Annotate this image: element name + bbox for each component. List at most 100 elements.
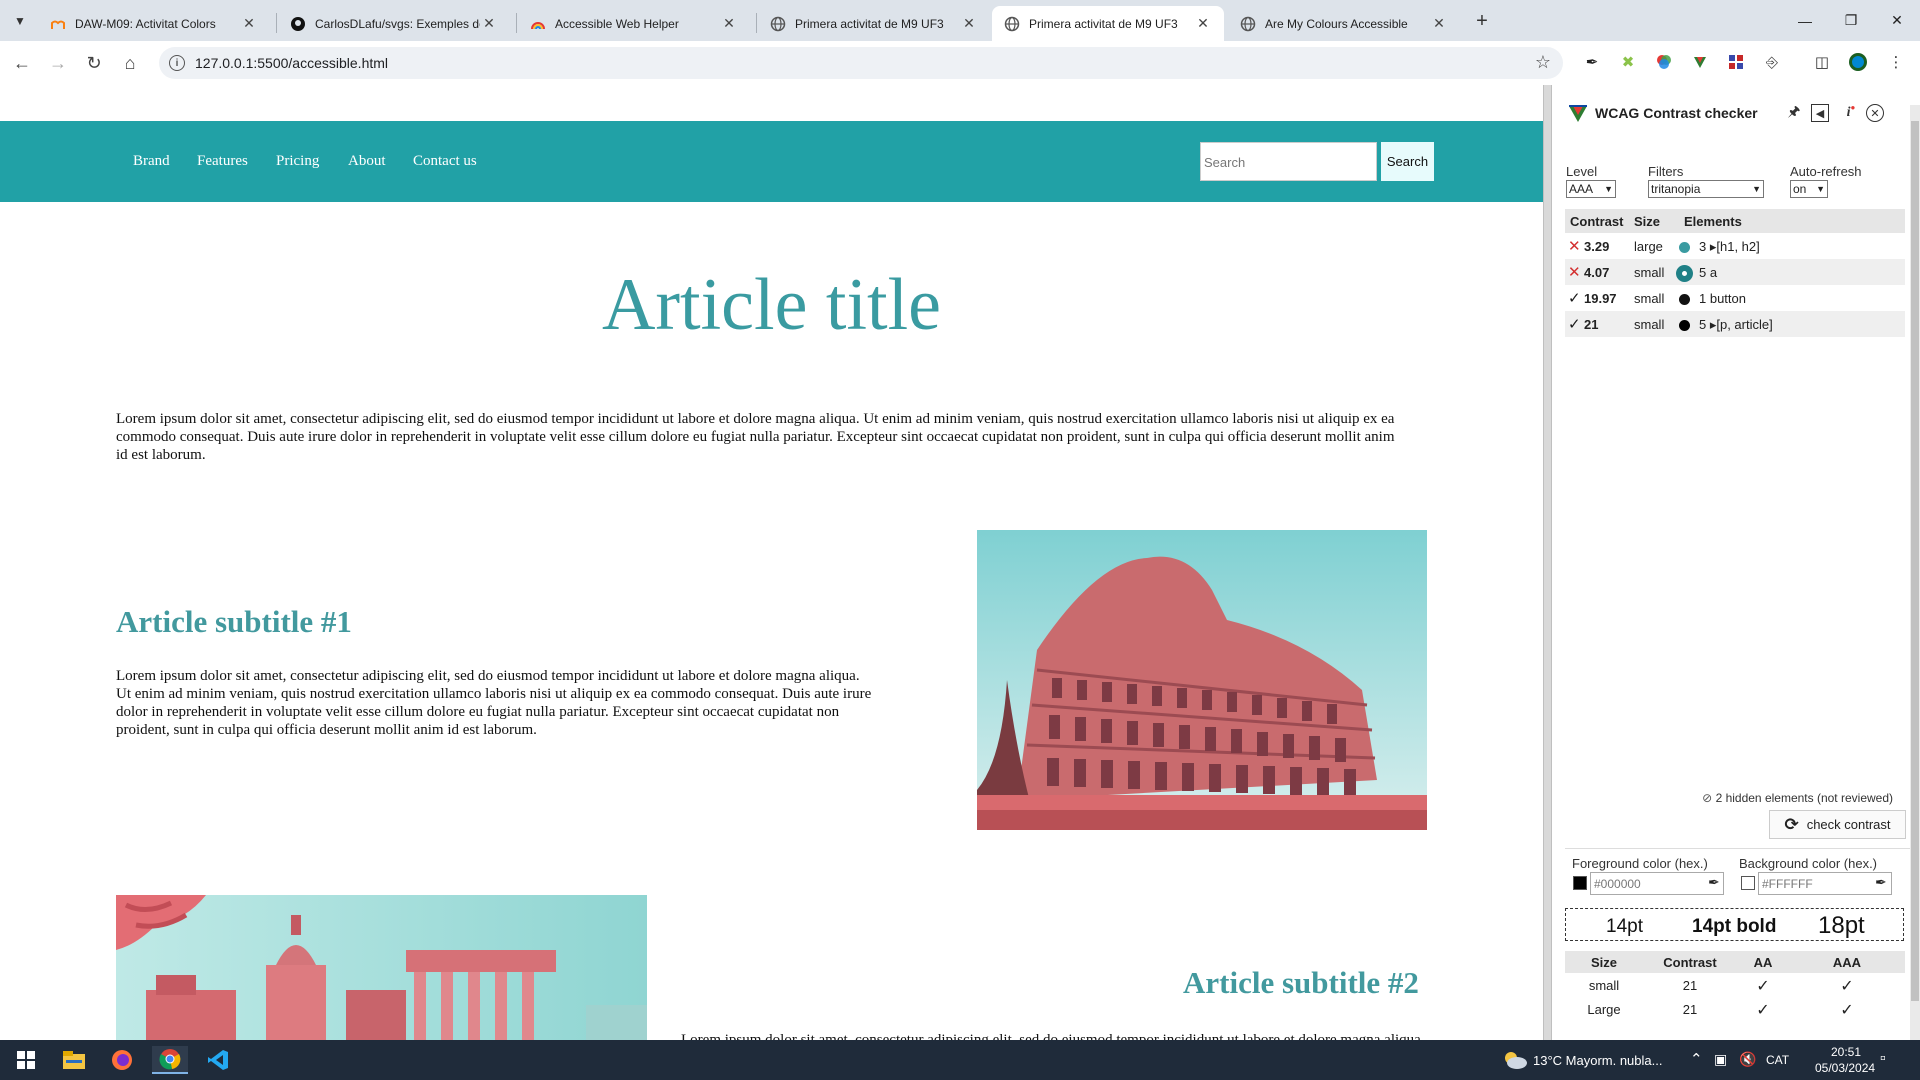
tab-primera-activitat-active[interactable]: Primera activitat de M9 UF3 ✕	[992, 6, 1224, 41]
site-search-button[interactable]: Search	[1381, 142, 1434, 181]
eye-slash-icon: ⊘	[1702, 791, 1716, 805]
file-explorer-icon[interactable]	[56, 1046, 92, 1074]
article-subtitle-1: Article subtitle #1	[116, 604, 352, 639]
site-search-input[interactable]: Search	[1200, 142, 1377, 181]
tray-chevron-up-icon[interactable]: ⌃	[1690, 1050, 1703, 1068]
clock-date[interactable]: 05/03/2024	[1815, 1061, 1875, 1075]
pin-icon[interactable]: 🖈	[1784, 103, 1804, 123]
foreground-color-input[interactable]: #000000	[1590, 872, 1724, 895]
chrome-icon[interactable]	[152, 1046, 188, 1074]
notifications-icon[interactable]: ▫	[1880, 1050, 1886, 1068]
tab-search-chevron-icon[interactable]: ▼	[8, 9, 32, 33]
home-icon[interactable]: ⌂	[118, 51, 142, 75]
result-elements[interactable]: 3 ▸[h1, h2]	[1699, 239, 1760, 255]
side-panel-icon[interactable]: ◫	[1811, 51, 1833, 73]
col-size: Size	[1634, 214, 1661, 229]
url-text[interactable]: 127.0.0.1:5500/accessible.html	[195, 55, 388, 71]
autorefresh-select[interactable]: on ▼	[1790, 180, 1828, 198]
result-row[interactable]: ✕ 4.07 small 5 a	[1565, 259, 1905, 285]
web-page: Brand Features Pricing About Contact us …	[0, 85, 1543, 1040]
weather-cloud-icon[interactable]	[1500, 1046, 1530, 1074]
aa-check-icon: ✓	[1756, 978, 1770, 995]
result-ratio: 3.29	[1584, 239, 1610, 254]
vscode-icon[interactable]	[200, 1046, 236, 1074]
result-row[interactable]: ✓ 19.97 small 1 button	[1565, 285, 1905, 311]
pass-check-icon: ✓	[1568, 316, 1581, 333]
subtitle-1-paragraph: Lorem ipsum dolor sit amet, consectetur …	[116, 668, 872, 738]
size-table-row: Large 21 ✓ ✓	[1565, 998, 1905, 1022]
reload-icon[interactable]: ↻	[82, 51, 106, 75]
extensions-puzzle-icon[interactable]: ⎆	[1761, 51, 1783, 73]
browser-toolbar: ← → ↻ ⌂ i 127.0.0.1:5500/accessible.html…	[0, 41, 1920, 85]
eyedropper-icon[interactable]: ✒	[1875, 874, 1887, 891]
result-elements[interactable]: 5 a	[1699, 265, 1717, 280]
result-row[interactable]: ✕ 3.29 large 3 ▸[h1, h2]	[1565, 233, 1905, 259]
close-tab-icon[interactable]: ✕	[720, 15, 738, 33]
profile-avatar-icon[interactable]	[1847, 51, 1869, 73]
site-navbar: Brand Features Pricing About Contact us …	[0, 121, 1543, 202]
color-wheel-extension-icon[interactable]	[1653, 51, 1675, 73]
input-language[interactable]: CAT	[1766, 1053, 1789, 1067]
nav-link-pricing[interactable]: Pricing	[276, 153, 319, 170]
eyedropper-icon[interactable]: ✒	[1708, 874, 1720, 891]
close-tab-icon[interactable]: ✕	[240, 15, 258, 33]
level-label: Level	[1566, 164, 1598, 179]
devtools-splitter[interactable]	[1543, 85, 1552, 1040]
new-tab-plus-icon[interactable]: +	[1470, 9, 1494, 33]
close-tab-icon[interactable]: ✕	[1194, 15, 1212, 33]
network-icon[interactable]: ▣	[1714, 1051, 1727, 1068]
address-bar[interactable]: i 127.0.0.1:5500/accessible.html ☆	[159, 47, 1563, 79]
filters-select[interactable]: tritanopia ▼	[1648, 180, 1764, 198]
close-tab-icon[interactable]: ✕	[480, 15, 498, 33]
tab-accessible-web-helper[interactable]: Accessible Web Helper ✕	[518, 6, 750, 41]
firefox-icon[interactable]	[104, 1046, 140, 1074]
weather-text[interactable]: 13°C Mayorm. nubla...	[1533, 1053, 1662, 1068]
eyedropper-extension-icon[interactable]: ✒	[1581, 51, 1603, 73]
tab-primera-activitat-1[interactable]: Primera activitat de M9 UF3 ✕	[758, 6, 990, 41]
result-elements[interactable]: 5 ▸[p, article]	[1699, 317, 1773, 333]
result-row[interactable]: ✓ 21 small 5 ▸[p, article]	[1565, 311, 1905, 337]
close-tab-icon[interactable]: ✕	[1430, 15, 1448, 33]
minimize-icon[interactable]: —	[1782, 0, 1828, 41]
dock-side-icon[interactable]: ◀	[1811, 104, 1829, 122]
scrollbar-thumb[interactable]	[1911, 121, 1919, 1001]
divider	[1565, 848, 1910, 849]
info-icon[interactable]: i ●	[1841, 103, 1861, 123]
volume-muted-icon[interactable]: 🔇	[1739, 1051, 1756, 1068]
panel-scrollbar[interactable]	[1910, 105, 1920, 1040]
tab-are-my-colours-accessible[interactable]: Are My Colours Accessible ✕	[1228, 6, 1460, 41]
autorefresh-label: Auto-refresh	[1790, 164, 1862, 179]
forward-arrow-icon[interactable]: →	[46, 51, 70, 75]
nav-link-brand[interactable]: Brand	[133, 153, 170, 170]
grid-extension-icon[interactable]	[1725, 51, 1747, 73]
browser-menu-icon[interactable]: ⋮	[1885, 51, 1907, 73]
nav-link-contact-us[interactable]: Contact us	[413, 153, 477, 170]
check-contrast-button[interactable]: ⟳ check contrast	[1769, 810, 1906, 839]
result-elements[interactable]: 1 button	[1699, 291, 1746, 306]
tab-github-svgs[interactable]: CarlosDLafu/svgs: Exemples de ✕	[278, 6, 510, 41]
level-select[interactable]: AAA ▼	[1566, 180, 1616, 198]
restore-icon[interactable]: ❐	[1828, 0, 1874, 41]
window-close-icon[interactable]: ✕	[1874, 0, 1920, 41]
nav-link-features[interactable]: Features	[197, 153, 248, 170]
article-subtitle-2: Article subtitle #2	[1183, 965, 1419, 1000]
tab-daw-m09[interactable]: DAW-M09: Activitat Colors ✕	[38, 6, 270, 41]
globe-icon	[1240, 16, 1256, 32]
result-ratio: 19.97	[1584, 291, 1617, 306]
check-contrast-label: check contrast	[1806, 817, 1891, 832]
close-panel-icon[interactable]: ✕	[1866, 104, 1884, 122]
clock-time[interactable]: 20:51	[1831, 1045, 1861, 1059]
wcag-extension-icon[interactable]	[1689, 51, 1711, 73]
back-arrow-icon[interactable]: ←	[10, 51, 34, 75]
sample-14pt: 14pt	[1606, 916, 1643, 937]
panel-header: WCAG Contrast checker 🖈 ◀ i ● ✕	[1552, 85, 1920, 123]
close-tab-icon[interactable]: ✕	[960, 15, 978, 33]
windows-start-icon[interactable]	[8, 1046, 44, 1074]
bookmark-star-icon[interactable]: ☆	[1535, 52, 1551, 73]
windows-taskbar: 13°C Mayorm. nubla... ⌃ ▣ 🔇 CAT 20:51 05…	[0, 1040, 1920, 1080]
col-contrast: Contrast	[1570, 214, 1624, 229]
cross-tools-extension-icon[interactable]: ✖	[1617, 51, 1639, 73]
nav-link-about[interactable]: About	[348, 153, 386, 170]
background-color-input[interactable]: #FFFFFF	[1758, 872, 1892, 895]
site-info-icon[interactable]: i	[169, 55, 185, 71]
